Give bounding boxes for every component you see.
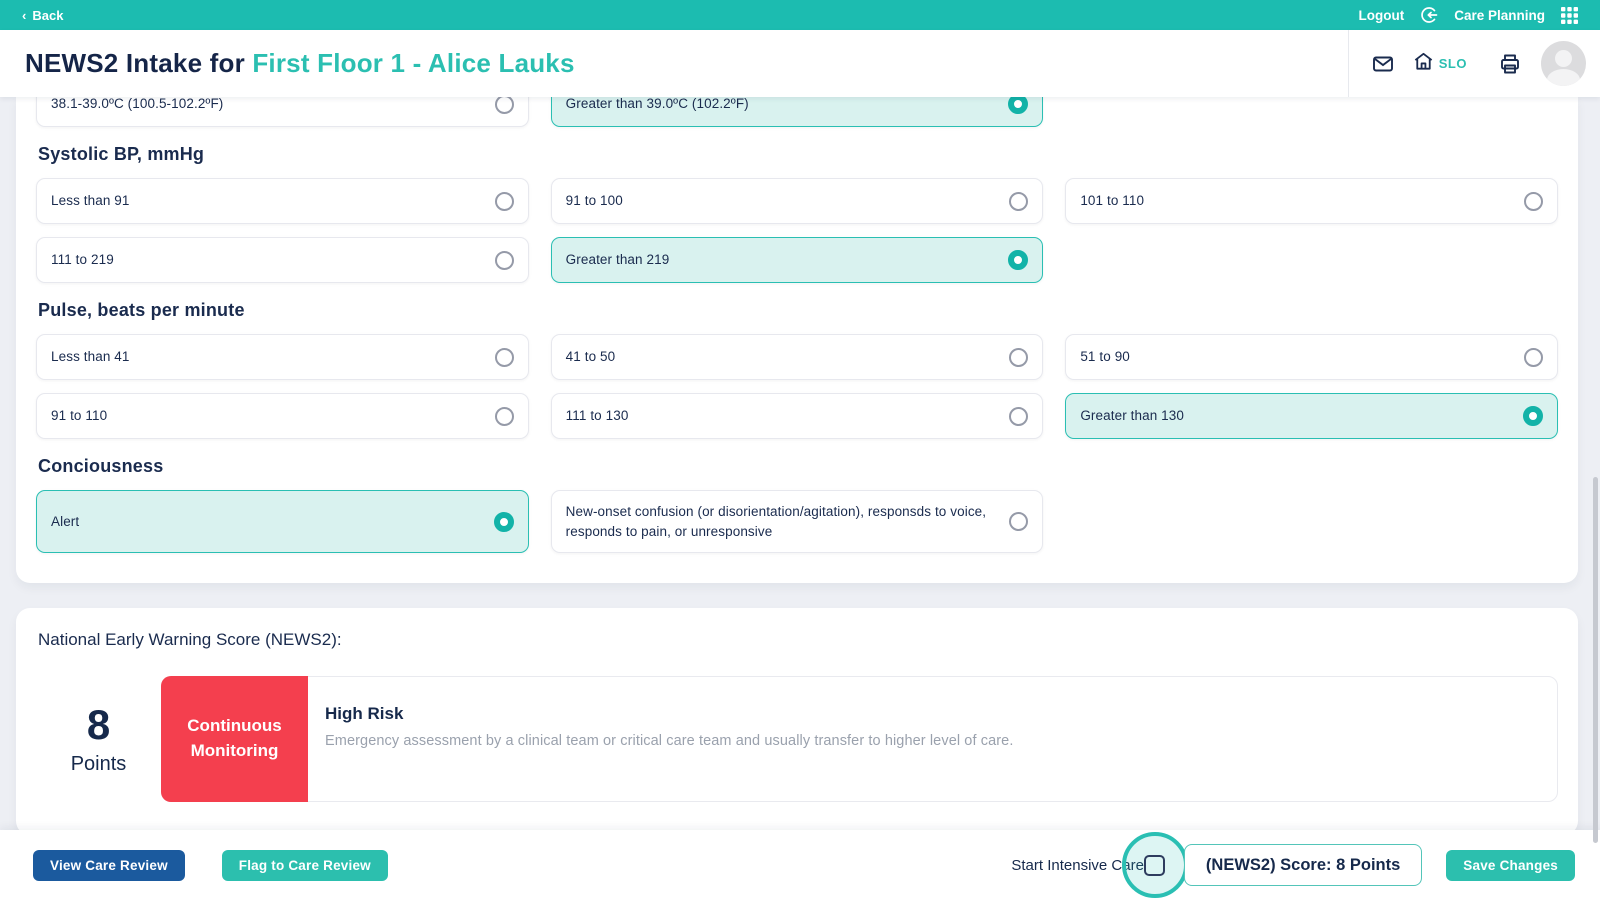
option-bp-111-219[interactable]: 111 to 219	[36, 237, 529, 283]
top-app-bar: ‹ Back Logout Care Planning	[0, 0, 1600, 30]
risk-badge: Continuous Monitoring	[161, 676, 308, 802]
option-bp-less-91[interactable]: Less than 91	[36, 178, 529, 224]
save-changes-button[interactable]: Save Changes	[1446, 850, 1575, 881]
option-label: Less than 91	[51, 191, 130, 211]
option-label: 111 to 219	[51, 250, 114, 270]
points-label: Points	[71, 753, 127, 776]
option-label: Less than 41	[51, 347, 130, 367]
title-patient-name: First Floor 1 - Alice Lauks	[252, 48, 574, 78]
option-label: Greater than 39.0ºC (102.2ºF)	[566, 97, 749, 114]
main-content: 38.1-39.0ºC (100.5-102.2ºF) Greater than…	[0, 97, 1600, 830]
logout-icon[interactable]	[1420, 6, 1438, 24]
score-body: 8 Points Continuous Monitoring High Risk…	[36, 676, 1558, 802]
section-heading-systolic-bp: Systolic BP, mmHg	[38, 144, 1556, 165]
section-heading-consciousness: Conciousness	[38, 456, 1556, 477]
apps-grid-icon[interactable]	[1561, 7, 1578, 24]
option-alert[interactable]: Alert	[36, 490, 529, 553]
option-label: 101 to 110	[1080, 191, 1144, 211]
news2-score-card: National Early Warning Score (NEWS2): 8 …	[16, 608, 1578, 830]
avatar-head	[1555, 50, 1572, 67]
option-temp-38-39[interactable]: 38.1-39.0ºC (100.5-102.2ºF)	[36, 97, 529, 127]
option-pulse-111-130[interactable]: 111 to 130	[551, 393, 1044, 439]
option-temp-greater-39[interactable]: Greater than 39.0ºC (102.2ºF)	[551, 97, 1044, 127]
radio-selected-icon	[1008, 97, 1028, 114]
risk-title: High Risk	[325, 704, 1013, 724]
option-label: New-onset confusion (or disorientation/a…	[566, 502, 993, 541]
page-title: NEWS2 Intake for First Floor 1 - Alice L…	[0, 48, 575, 79]
vertical-scrollbar[interactable]	[1593, 477, 1598, 843]
option-label: 91 to 100	[566, 191, 623, 211]
chevron-left-icon: ‹	[22, 8, 26, 23]
radio-icon	[495, 97, 514, 114]
option-new-onset-confusion[interactable]: New-onset confusion (or disorientation/a…	[551, 490, 1044, 553]
news2-score-display: (NEWS2) Score: 8 Points	[1184, 844, 1422, 886]
start-intensive-care-checkbox[interactable]	[1144, 855, 1165, 876]
radio-selected-icon	[1008, 250, 1028, 270]
radio-icon	[1009, 192, 1028, 211]
title-prefix: NEWS2 Intake for	[25, 48, 252, 78]
back-label: Back	[32, 8, 63, 23]
points-value: 8	[87, 702, 110, 748]
option-label: Alert	[51, 512, 79, 532]
option-label: 91 to 110	[51, 406, 107, 426]
radio-selected-icon	[1523, 406, 1543, 426]
option-label: Greater than 219	[566, 250, 670, 270]
score-heading: National Early Warning Score (NEWS2):	[38, 630, 1558, 650]
radio-icon	[495, 192, 514, 211]
risk-description: Emergency assessment by a clinical team …	[325, 733, 1013, 749]
risk-panel: Continuous Monitoring High Risk Emergenc…	[161, 676, 1558, 802]
section-heading-pulse: Pulse, beats per minute	[38, 300, 1556, 321]
avatar-body	[1547, 69, 1580, 86]
option-bp-91-100[interactable]: 91 to 100	[551, 178, 1044, 224]
home-icon	[1412, 50, 1435, 78]
option-pulse-91-110[interactable]: 91 to 110	[36, 393, 529, 439]
option-label: 41 to 50	[566, 347, 616, 367]
news2-form-card: 38.1-39.0ºC (100.5-102.2ºF) Greater than…	[16, 97, 1578, 583]
radio-icon	[1524, 192, 1543, 211]
option-bp-101-110[interactable]: 101 to 110	[1065, 178, 1558, 224]
page-header: NEWS2 Intake for First Floor 1 - Alice L…	[0, 30, 1600, 97]
view-care-review-button[interactable]: View Care Review	[33, 850, 185, 881]
back-button[interactable]: ‹ Back	[22, 8, 63, 23]
option-label: 111 to 130	[566, 406, 629, 426]
option-label: 51 to 90	[1080, 347, 1130, 367]
option-bp-greater-219[interactable]: Greater than 219	[551, 237, 1044, 283]
pulse-row-1: Less than 41 41 to 50 51 to 90	[36, 334, 1558, 380]
systolic-bp-row-2: 111 to 219 Greater than 219	[36, 237, 1558, 283]
option-label: Greater than 130	[1080, 406, 1184, 426]
avatar[interactable]	[1541, 41, 1586, 86]
home-link[interactable]: SLO	[1412, 50, 1467, 78]
header-icon-group: SLO	[1348, 30, 1600, 97]
temperature-options-row: 38.1-39.0ºC (100.5-102.2ºF) Greater than…	[36, 97, 1558, 127]
checkbox-focus-ring	[1122, 832, 1188, 898]
option-pulse-51-90[interactable]: 51 to 90	[1065, 334, 1558, 380]
slo-label: SLO	[1439, 56, 1467, 71]
bottom-action-bar: View Care Review Flag to Care Review Sta…	[0, 830, 1600, 900]
consciousness-row: Alert New-onset confusion (or disorienta…	[36, 490, 1558, 553]
risk-text: High Risk Emergency assessment by a clin…	[308, 677, 1033, 801]
flag-to-care-review-button[interactable]: Flag to Care Review	[222, 850, 388, 881]
option-label: 38.1-39.0ºC (100.5-102.2ºF)	[51, 97, 223, 114]
radio-icon	[1009, 348, 1028, 367]
option-pulse-41-50[interactable]: 41 to 50	[551, 334, 1044, 380]
radio-icon	[495, 407, 514, 426]
radio-icon	[495, 251, 514, 270]
radio-icon	[495, 348, 514, 367]
radio-selected-icon	[494, 512, 514, 532]
print-icon[interactable]	[1498, 52, 1522, 76]
radio-icon	[1524, 348, 1543, 367]
systolic-bp-row-1: Less than 91 91 to 100 101 to 110	[36, 178, 1558, 224]
option-pulse-greater-130[interactable]: Greater than 130	[1065, 393, 1558, 439]
logout-button[interactable]: Logout	[1358, 8, 1404, 23]
care-planning-link[interactable]: Care Planning	[1454, 8, 1545, 23]
radio-icon	[1009, 512, 1028, 531]
option-pulse-less-41[interactable]: Less than 41	[36, 334, 529, 380]
pulse-row-2: 91 to 110 111 to 130 Greater than 130	[36, 393, 1558, 439]
radio-icon	[1009, 407, 1028, 426]
points-block: 8 Points	[36, 676, 161, 802]
mail-icon[interactable]	[1371, 52, 1395, 76]
